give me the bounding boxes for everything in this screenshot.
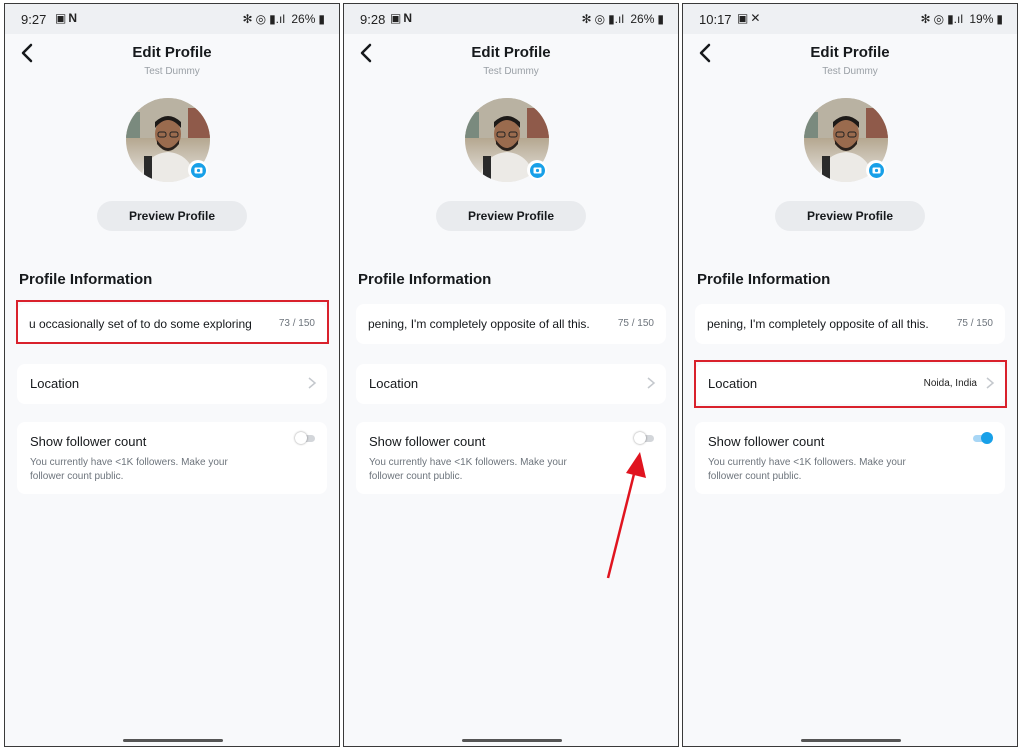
home-indicator (462, 739, 562, 742)
netflix-icon: N (68, 11, 80, 25)
location-row[interactable]: Location (17, 364, 327, 404)
chevron-right-icon (308, 377, 317, 389)
notification-icons: ▣✕ (737, 11, 762, 25)
status-time: 9:27 (21, 12, 47, 27)
page-subtitle: Test Dummy (822, 66, 878, 77)
gallery-icon: ▣ (390, 11, 404, 25)
battery-icon: ▮ (318, 12, 325, 26)
camera-icon (872, 167, 880, 174)
follower-toggle[interactable] (973, 432, 993, 444)
location-label: Location (369, 376, 419, 391)
camera-icon (533, 167, 541, 174)
page-title: Edit Profile (810, 44, 890, 61)
home-indicator (123, 739, 223, 742)
battery-percent: 26% (630, 12, 655, 26)
hotspot-icon: ◎ (933, 12, 945, 26)
section-title: Profile Information (19, 271, 153, 288)
bio-field[interactable]: pening, I'm completely opposite of all t… (695, 304, 1005, 344)
follower-description: You currently have <1K followers. Make y… (708, 457, 906, 482)
status-time: 10:17 (699, 12, 732, 27)
status-right: ✻ ◎ ▮.ıl 26% ▮ (240, 12, 325, 26)
bio-field[interactable]: pening, I'm completely opposite of all t… (356, 304, 666, 344)
phone-screen-2: 9:28 ▣N ✻ ◎ ▮.ıl 26% ▮ Edit Profile Test Du… (343, 3, 679, 747)
camera-icon (194, 167, 202, 174)
annotation-arrow (606, 452, 646, 579)
page-subtitle: Test Dummy (144, 66, 200, 77)
notification-icons: ▣N (55, 11, 79, 25)
phone-screen-1: 9:27 ▣N ✻ ◎ ▮.ıl 26% ▮ Edit Profile Test Du… (4, 3, 340, 747)
page-title: Edit Profile (132, 44, 212, 61)
highlight-box (16, 300, 329, 344)
highlight-box (694, 360, 1007, 408)
bio-text[interactable]: pening, I'm completely opposite of all t… (368, 317, 606, 331)
battery-percent: 19% (969, 12, 994, 26)
status-bar: 9:27 ▣N ✻ ◎ ▮.ıl 26% ▮ (5, 4, 339, 34)
follower-label: Show follower count (30, 434, 147, 449)
page-subtitle: Test Dummy (483, 66, 539, 77)
status-time: 9:28 (360, 12, 386, 27)
status-right: ✻ ◎ ▮.ıl 26% ▮ (579, 12, 664, 26)
signal-icon: ▮.ıl (947, 12, 964, 26)
camera-button[interactable] (866, 160, 886, 180)
hotspot-icon: ◎ (255, 12, 267, 26)
bio-text[interactable]: pening, I'm completely opposite of all t… (707, 317, 945, 331)
follower-label: Show follower count (708, 434, 825, 449)
section-title: Profile Information (358, 271, 492, 288)
location-label: Location (30, 376, 80, 391)
camera-button[interactable] (188, 160, 208, 180)
follower-description: You currently have <1K followers. Make y… (369, 457, 567, 482)
follower-count-row: Show follower count You currently have <… (695, 422, 1005, 494)
bio-char-count: 75 / 150 (956, 318, 993, 329)
battery-icon: ▮ (657, 12, 664, 26)
bio-char-count: 75 / 150 (617, 318, 654, 329)
preview-profile-button[interactable]: Preview Profile (775, 201, 925, 231)
notification-icons: ▣N (390, 11, 414, 25)
preview-profile-button[interactable]: Preview Profile (436, 201, 586, 231)
missed-call-icon: ✕ (750, 11, 763, 25)
page-title: Edit Profile (471, 44, 551, 61)
follower-label: Show follower count (369, 434, 486, 449)
section-title: Profile Information (697, 271, 831, 288)
follower-toggle[interactable] (634, 432, 654, 444)
bluetooth-icon: ✻ (581, 12, 592, 26)
gallery-icon: ▣ (55, 11, 69, 25)
follower-toggle[interactable] (295, 432, 315, 444)
location-row[interactable]: Location (356, 364, 666, 404)
battery-icon: ▮ (996, 12, 1003, 26)
battery-percent: 26% (291, 12, 316, 26)
status-bar: 10:17 ▣✕ ✻ ◎ ▮.ıl 19% ▮ (683, 4, 1017, 34)
bluetooth-icon: ✻ (242, 12, 253, 26)
follower-description: You currently have <1K followers. Make y… (30, 457, 228, 482)
phone-screen-3: 10:17 ▣✕ ✻ ◎ ▮.ıl 19% ▮ Edit Profile Test D… (682, 3, 1018, 747)
preview-profile-button[interactable]: Preview Profile (97, 201, 247, 231)
hotspot-icon: ◎ (594, 12, 606, 26)
gallery-icon: ▣ (737, 11, 751, 25)
status-bar: 9:28 ▣N ✻ ◎ ▮.ıl 26% ▮ (344, 4, 678, 34)
signal-icon: ▮.ıl (608, 12, 625, 26)
chevron-right-icon (647, 377, 656, 389)
netflix-icon: N (403, 11, 415, 25)
camera-button[interactable] (527, 160, 547, 180)
signal-icon: ▮.ıl (269, 12, 286, 26)
status-right: ✻ ◎ ▮.ıl 19% ▮ (918, 12, 1003, 26)
home-indicator (801, 739, 901, 742)
bluetooth-icon: ✻ (920, 12, 931, 26)
follower-count-row: Show follower count You currently have <… (17, 422, 327, 494)
